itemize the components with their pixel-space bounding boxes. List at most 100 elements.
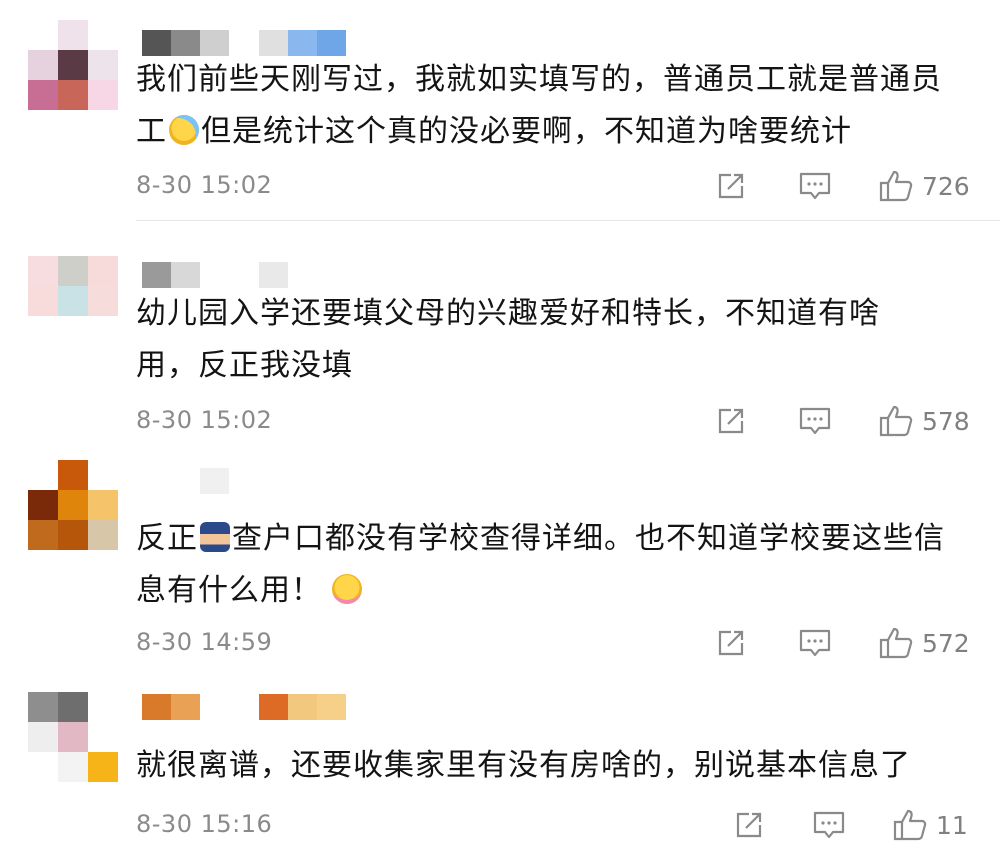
avatar-pixel	[58, 286, 88, 316]
comment-text-part: 就很离谱，还要收集家里有没有房啥的，别说基本信息了	[136, 748, 911, 783]
avatar-pixel	[58, 722, 88, 752]
timestamp: 8-30 15:02	[136, 171, 273, 199]
like-button[interactable]: 578	[878, 404, 970, 438]
avatar-pixel	[28, 50, 58, 80]
avatar-pixel	[28, 256, 58, 286]
username[interactable]	[142, 262, 288, 288]
username-pixel	[142, 262, 171, 288]
share-button[interactable]	[732, 808, 764, 842]
timestamp: 8-30 15:02	[136, 406, 273, 434]
laughing-crying-emoji-icon	[169, 115, 199, 145]
share-icon	[714, 627, 746, 659]
share-button[interactable]	[714, 626, 746, 660]
username-pixel	[171, 262, 200, 288]
avatar-pixel	[28, 520, 58, 550]
reply-button[interactable]	[798, 404, 832, 438]
comment-meta: 8-30 15:02 726	[136, 169, 976, 203]
reply-button[interactable]	[798, 626, 832, 660]
avatar[interactable]	[28, 692, 118, 782]
avatar-pixel	[88, 520, 118, 550]
share-icon	[714, 405, 746, 437]
avatar-pixel	[88, 692, 118, 722]
avatar-pixel	[58, 80, 88, 110]
comment-text-part: 幼儿园入学还要填父母的兴趣爱好和特长，不知道有啥用，反正我没填	[136, 296, 880, 383]
comment-meta: 8-30 15:02 578	[136, 404, 976, 438]
avatar-pixel	[28, 316, 58, 346]
username-pixel	[200, 30, 229, 56]
like-count: 578	[922, 406, 970, 436]
avatar-pixel	[28, 460, 58, 490]
avatar-pixel	[88, 316, 118, 346]
username-pixel	[259, 262, 288, 288]
like-button[interactable]: 572	[878, 626, 970, 660]
avatar-pixel	[88, 460, 118, 490]
username[interactable]	[142, 694, 346, 720]
username-pixel	[200, 468, 229, 494]
avatar[interactable]	[28, 256, 118, 346]
avatar-pixel	[58, 490, 88, 520]
avatar-pixel	[58, 752, 88, 782]
avatar-pixel	[28, 80, 58, 110]
avatar-pixel	[88, 20, 118, 50]
username-pixel	[288, 30, 317, 56]
username-pixel	[229, 262, 259, 288]
avatar-pixel	[88, 80, 118, 110]
username-pixel	[317, 30, 346, 56]
thumbs-up-icon	[878, 404, 914, 438]
avatar-pixel	[28, 490, 58, 520]
comment-text-part: 查户口都没有学校查得详细。也不知道学校要这些信息有什么用！	[136, 521, 945, 608]
avatar-pixel	[88, 722, 118, 752]
username-pixel	[142, 468, 171, 494]
avatar-pixel	[58, 50, 88, 80]
timestamp: 8-30 15:16	[136, 810, 273, 838]
share-button[interactable]	[714, 169, 746, 203]
username[interactable]	[142, 468, 229, 494]
hugging-face-emoji-icon	[332, 574, 362, 604]
thumbs-up-icon	[892, 808, 928, 842]
avatar-pixel	[58, 692, 88, 722]
like-button[interactable]: 726	[878, 169, 970, 203]
comment-text-part: 但是统计这个真的没必要啊，不知道为啥要统计	[201, 114, 852, 149]
avatar-pixel	[88, 752, 118, 782]
timestamp: 8-30 14:59	[136, 628, 273, 656]
avatar-pixel	[58, 316, 88, 346]
share-button[interactable]	[714, 404, 746, 438]
username-pixel	[171, 694, 200, 720]
username-pixel	[229, 30, 259, 56]
username-pixel	[142, 30, 171, 56]
username-pixel	[200, 694, 229, 720]
username-pixel	[259, 30, 288, 56]
comment-text-part: 反正	[136, 521, 198, 556]
username-pixel	[259, 694, 288, 720]
avatar-pixel	[88, 490, 118, 520]
avatar-pixel	[58, 520, 88, 550]
avatar-pixel	[28, 752, 58, 782]
comment-text: 我们前些天刚写过，我就如实填写的，普通员工就是普通员工 但是统计这个真的没必要啊，…	[136, 54, 966, 158]
thumbs-up-icon	[878, 626, 914, 660]
like-button[interactable]: 11	[892, 808, 968, 842]
comment-meta: 8-30 15:16 11	[136, 808, 976, 842]
username[interactable]	[142, 30, 346, 56]
comment-text: 就很离谱，还要收集家里有没有房啥的，别说基本信息了	[136, 740, 966, 792]
avatar-pixel	[88, 286, 118, 316]
username-pixel	[171, 30, 200, 56]
avatar[interactable]	[28, 460, 118, 550]
avatar-pixel	[58, 256, 88, 286]
username-pixel	[288, 694, 317, 720]
reply-button[interactable]	[798, 169, 832, 203]
avatar[interactable]	[28, 20, 118, 110]
share-icon	[714, 170, 746, 202]
avatar-pixel	[58, 20, 88, 50]
comment-icon	[798, 170, 832, 202]
like-count: 11	[936, 810, 968, 840]
username-pixel	[200, 262, 229, 288]
reply-button[interactable]	[812, 808, 846, 842]
avatar-pixel	[28, 20, 58, 50]
thumbs-up-icon	[878, 169, 914, 203]
username-pixel	[171, 468, 200, 494]
comment-icon	[812, 809, 846, 841]
avatar-pixel	[28, 722, 58, 752]
comment-icon	[798, 627, 832, 659]
avatar-pixel	[88, 50, 118, 80]
police-officer-emoji-icon	[200, 522, 230, 552]
